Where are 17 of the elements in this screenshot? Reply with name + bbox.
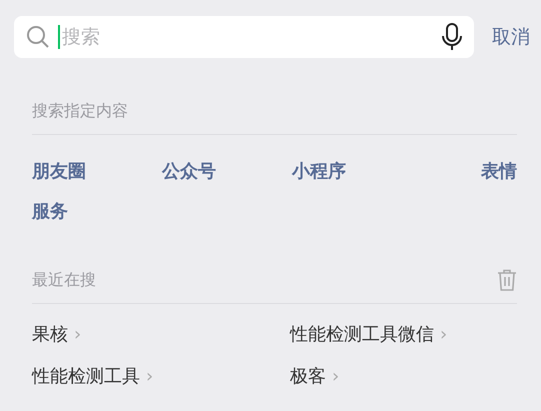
microphone-icon[interactable]: [442, 23, 462, 51]
text-cursor: [58, 25, 60, 49]
recent-search-item[interactable]: 性能检测工具微信 ›: [290, 322, 517, 346]
search-category-link[interactable]: 朋友圈: [32, 159, 162, 183]
search-category-link[interactable]: 服务: [32, 199, 162, 223]
search-category-link[interactable]: 表情: [481, 159, 517, 183]
search-category-link[interactable]: 公众号: [162, 159, 292, 183]
section-title: 最近在搜: [32, 270, 96, 290]
search-field[interactable]: 搜索: [60, 25, 434, 49]
recent-search-item[interactable]: 性能检测工具 ›: [32, 364, 290, 388]
search-bar[interactable]: 搜索: [14, 16, 474, 58]
recent-search-item[interactable]: 果核 ›: [32, 322, 290, 346]
section-title: 搜索指定内容: [32, 100, 128, 122]
recent-search-item[interactable]: 极客 ›: [290, 364, 517, 388]
cancel-button[interactable]: 取消: [492, 24, 530, 50]
search-category-link[interactable]: 小程序: [292, 159, 481, 183]
search-icon: [26, 25, 50, 49]
